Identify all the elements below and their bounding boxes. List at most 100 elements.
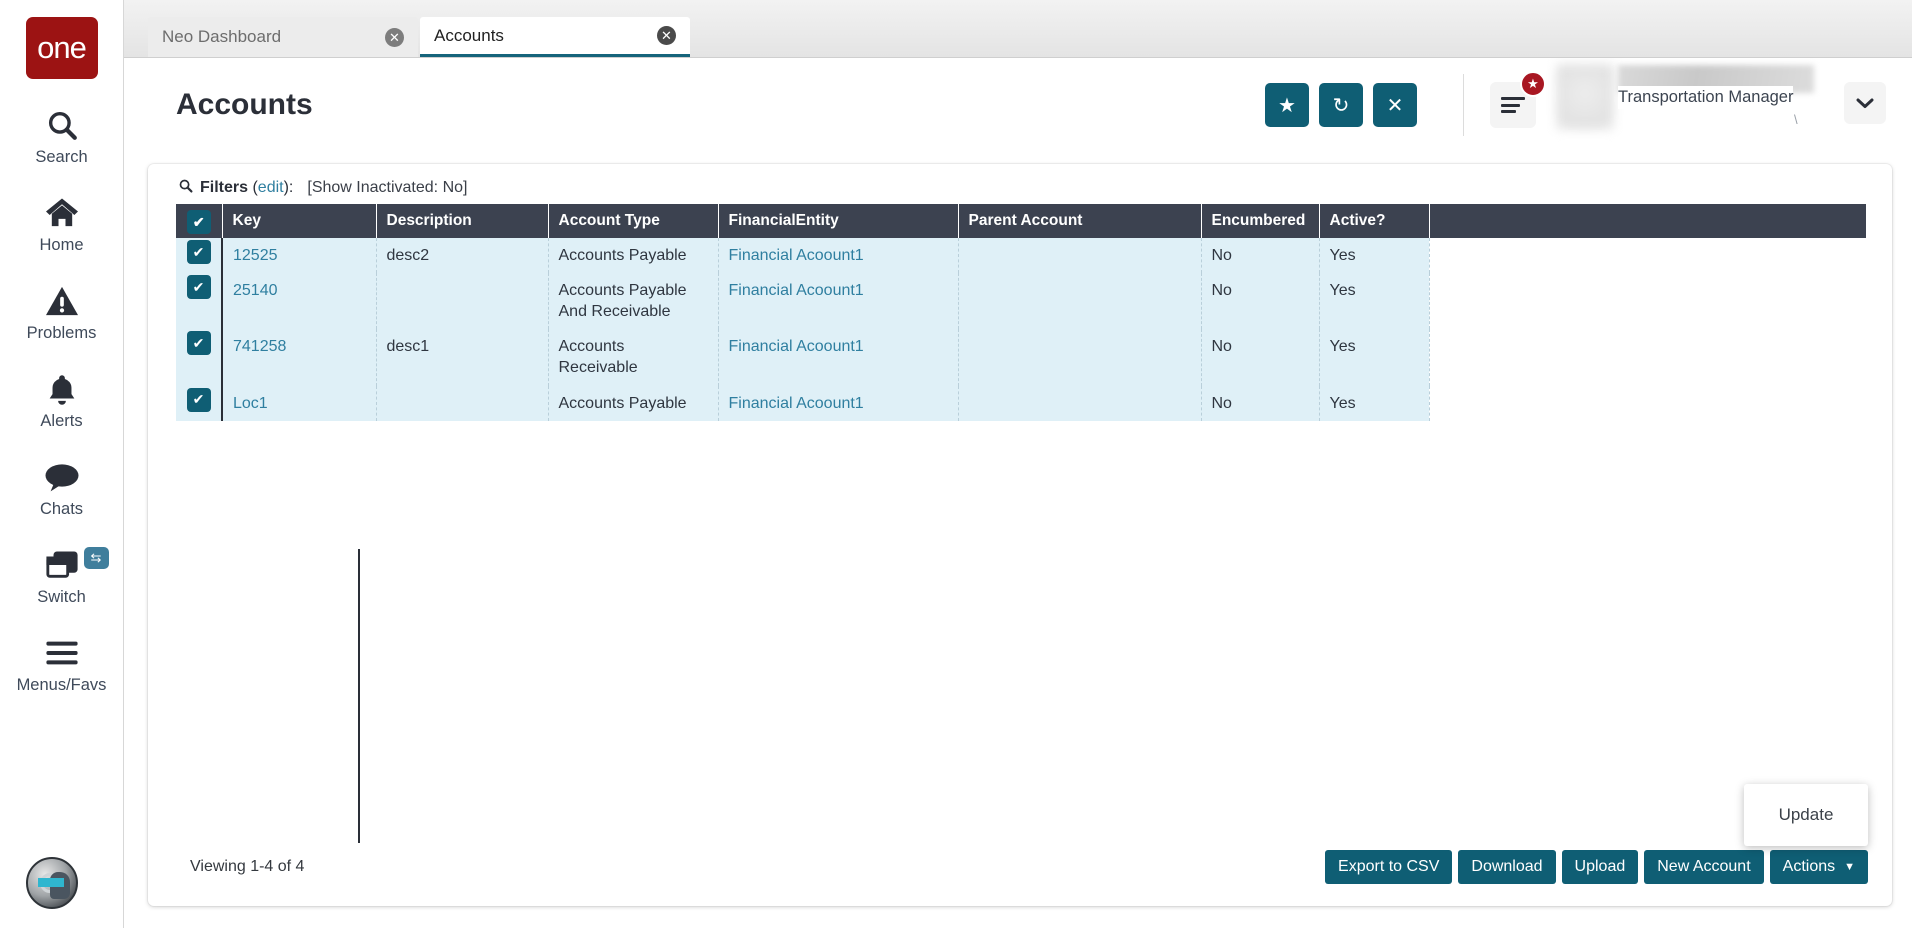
table-header-row: ✔ Key Description Account Type Financial… bbox=[176, 204, 1866, 238]
download-label: Download bbox=[1471, 858, 1542, 876]
actions-button[interactable]: Actions ▼ bbox=[1770, 850, 1868, 884]
row-checkbox-cell[interactable]: ✔ bbox=[176, 329, 222, 385]
menu-favs-button[interactable]: ★ bbox=[1490, 82, 1536, 128]
column-header-active[interactable]: Active? bbox=[1319, 204, 1429, 238]
brand-logo[interactable]: one bbox=[26, 17, 98, 79]
table-row[interactable]: ✔ Loc1 Accounts Payable Financial Acooun… bbox=[176, 386, 1866, 421]
row-checkbox-cell[interactable]: ✔ bbox=[176, 238, 222, 273]
sidebar-item-menus-favs[interactable]: Menus/Favs bbox=[7, 633, 117, 695]
sidebar-item-search[interactable]: Search bbox=[7, 105, 117, 167]
chevron-down-icon[interactable] bbox=[1844, 82, 1886, 124]
avatar bbox=[1556, 64, 1614, 130]
checkmark-icon[interactable]: ✔ bbox=[187, 388, 211, 412]
cell-financial-entity[interactable]: Financial Acoount1 bbox=[718, 386, 958, 421]
filters-bar: Filters ( edit ) : [Show Inactivated: No… bbox=[148, 164, 1892, 204]
sidebar-item-chats[interactable]: Chats bbox=[7, 457, 117, 519]
cell-key[interactable]: 741258 bbox=[222, 329, 376, 385]
cell-parent-account bbox=[958, 386, 1201, 421]
cell-key[interactable]: 12525 bbox=[222, 238, 376, 273]
column-header-encumbered[interactable]: Encumbered bbox=[1201, 204, 1319, 238]
cell-encumbered: No bbox=[1201, 273, 1319, 329]
filters-colon: : bbox=[289, 179, 293, 197]
user-role-label: Transportation Manager bbox=[1618, 86, 1793, 109]
table-row[interactable]: ✔ 25140 Accounts Payable And Receivable … bbox=[176, 273, 1866, 329]
cell-parent-account bbox=[958, 273, 1201, 329]
close-circle-icon[interactable]: ✕ bbox=[657, 26, 676, 45]
filters-value: [Show Inactivated: No] bbox=[307, 179, 467, 197]
upload-label: Upload bbox=[1575, 858, 1626, 876]
cell-key[interactable]: 25140 bbox=[222, 273, 376, 329]
column-header-description[interactable]: Description bbox=[376, 204, 548, 238]
actions-dropdown-menu[interactable]: Update bbox=[1744, 784, 1868, 846]
close-circle-icon[interactable]: ✕ bbox=[385, 28, 404, 47]
select-all-header[interactable]: ✔ bbox=[176, 204, 222, 238]
cell-account-type: Accounts Payable bbox=[548, 386, 718, 421]
filters-edit-link[interactable]: edit bbox=[258, 179, 284, 197]
viewing-count: Viewing 1-4 of 4 bbox=[190, 858, 304, 876]
export-to-csv-label: Export to CSV bbox=[1338, 858, 1439, 876]
hamburger-menu-icon bbox=[1501, 94, 1525, 117]
brand-logo-text: one bbox=[37, 30, 86, 66]
user-profile-block[interactable]: Transportation Manager \ bbox=[1556, 60, 1886, 150]
chevron-down-icon: ▼ bbox=[1844, 861, 1855, 873]
cell-description: desc1 bbox=[376, 329, 548, 385]
checkmark-icon[interactable]: ✔ bbox=[187, 331, 211, 355]
cell-financial-entity[interactable]: Financial Acoount1 bbox=[718, 273, 958, 329]
refresh-button[interactable]: ↻ bbox=[1319, 83, 1363, 127]
cell-account-type: Accounts Payable And Receivable bbox=[548, 273, 718, 329]
sidebar-item-problems[interactable]: Problems bbox=[7, 281, 117, 343]
header-divider bbox=[1463, 74, 1464, 136]
cell-active: Yes bbox=[1319, 329, 1429, 385]
cell-active: Yes bbox=[1319, 238, 1429, 273]
cell-description bbox=[376, 273, 548, 329]
row-checkbox-cell[interactable]: ✔ bbox=[176, 386, 222, 421]
sidebar-item-alerts[interactable]: Alerts bbox=[7, 369, 117, 431]
table-row[interactable]: ✔ 741258 desc1 Accounts Receivable Finan… bbox=[176, 329, 1866, 385]
menu-item-update[interactable]: Update bbox=[1779, 805, 1834, 825]
checkmark-icon[interactable]: ✔ bbox=[187, 275, 211, 299]
close-button[interactable]: ✕ bbox=[1373, 83, 1417, 127]
cell-parent-account bbox=[958, 238, 1201, 273]
swap-arrows-icon[interactable]: ⇆ bbox=[84, 547, 109, 569]
accounts-table-element: ✔ Key Description Account Type Financial… bbox=[176, 204, 1866, 421]
sidebar-item-label: Chats bbox=[40, 500, 83, 519]
tab-label: Accounts bbox=[434, 26, 657, 46]
user-meta-text: \ bbox=[1794, 112, 1798, 127]
cell-active: Yes bbox=[1319, 386, 1429, 421]
tab-accounts[interactable]: Accounts ✕ bbox=[420, 17, 690, 57]
star-icon: ★ bbox=[1278, 93, 1296, 118]
upload-button[interactable]: Upload bbox=[1562, 850, 1639, 884]
bell-icon bbox=[46, 369, 78, 409]
accounts-table: ✔ Key Description Account Type Financial… bbox=[176, 204, 1866, 421]
accounts-content-card: Filters ( edit ) : [Show Inactivated: No… bbox=[148, 164, 1892, 906]
checkmark-icon[interactable]: ✔ bbox=[187, 240, 211, 264]
export-to-csv-button[interactable]: Export to CSV bbox=[1325, 850, 1452, 884]
table-footer: Viewing 1-4 of 4 Export to CSV Download … bbox=[148, 828, 1892, 906]
checkmark-icon[interactable]: ✔ bbox=[187, 210, 211, 234]
column-header-parent-account[interactable]: Parent Account bbox=[958, 204, 1201, 238]
cell-key[interactable]: Loc1 bbox=[222, 386, 376, 421]
column-header-financial-entity[interactable]: FinancialEntity bbox=[718, 204, 958, 238]
download-button[interactable]: Download bbox=[1458, 850, 1555, 884]
sidebar-item-home[interactable]: Home bbox=[7, 193, 117, 255]
row-checkbox-cell[interactable]: ✔ bbox=[176, 273, 222, 329]
close-icon: ✕ bbox=[1387, 93, 1404, 118]
table-row[interactable]: ✔ 12525 desc2 Accounts Payable Financial… bbox=[176, 238, 1866, 273]
sidebar-item-label: Alerts bbox=[40, 412, 82, 431]
new-account-button[interactable]: New Account bbox=[1644, 850, 1763, 884]
assistant-avatar-icon[interactable] bbox=[26, 857, 78, 909]
search-icon bbox=[178, 178, 193, 198]
filters-paren-open: ( bbox=[248, 179, 258, 197]
cell-financial-entity[interactable]: Financial Acoount1 bbox=[718, 238, 958, 273]
sidebar-item-switch[interactable]: ⇆ Switch bbox=[7, 545, 117, 607]
cell-encumbered: No bbox=[1201, 386, 1319, 421]
cell-filler bbox=[1429, 329, 1866, 385]
refresh-icon: ↻ bbox=[1333, 93, 1350, 118]
cell-financial-entity[interactable]: Financial Acoount1 bbox=[718, 329, 958, 385]
column-header-key[interactable]: Key bbox=[222, 204, 376, 238]
favorite-button[interactable]: ★ bbox=[1265, 83, 1309, 127]
column-header-account-type[interactable]: Account Type bbox=[548, 204, 718, 238]
column-header-filler bbox=[1429, 204, 1866, 238]
tab-neo-dashboard[interactable]: Neo Dashboard ✕ bbox=[148, 17, 418, 57]
sidebar-item-label: Menus/Favs bbox=[17, 676, 107, 695]
